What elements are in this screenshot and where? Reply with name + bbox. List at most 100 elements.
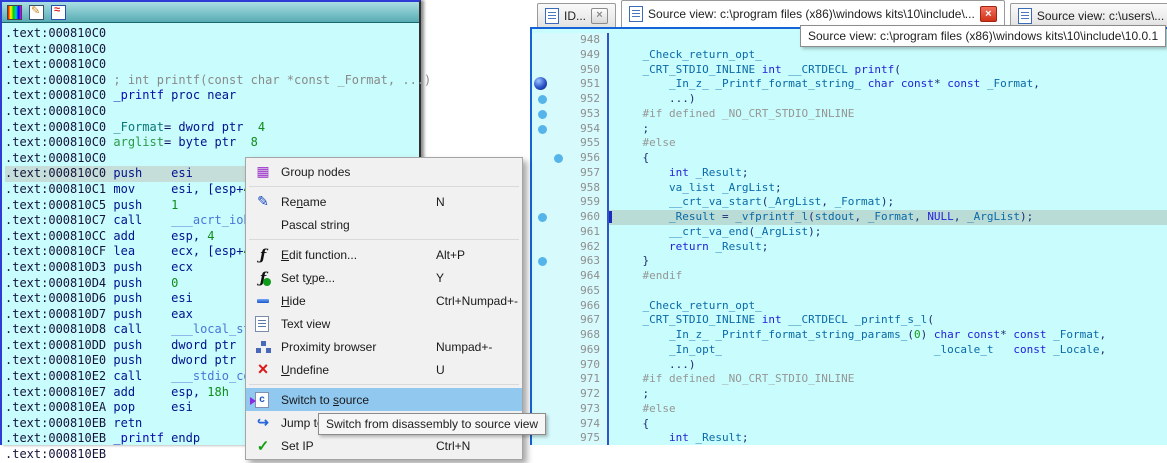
source-line-current[interactable]: 960 _Result = _vfprintf_l(stdout, _Forma…	[532, 210, 1167, 225]
source-line[interactable]: 953 #if defined _NO_CRT_STDIO_INLINE	[532, 107, 1167, 122]
source-line[interactable]: 968 _In_z_ _Printf_format_string_params_…	[532, 328, 1167, 343]
menu-item-pascal-string[interactable]: Pascal string	[246, 213, 522, 236]
close-icon[interactable]	[591, 8, 608, 24]
source-line[interactable]: 958 va_list _ArgList;	[532, 181, 1167, 196]
source-line[interactable]: 965	[532, 284, 1167, 299]
breakpoint-gutter[interactable]	[532, 313, 560, 328]
disasm-line[interactable]: .text:000810C0 arglist= byte ptr 8	[5, 135, 419, 151]
source-line[interactable]: 952 ...)	[532, 92, 1167, 107]
breakpoint-gutter[interactable]	[532, 63, 560, 78]
source-line[interactable]: 973 #else	[532, 402, 1167, 417]
line-number: 961	[560, 225, 609, 240]
breakpoint-gutter[interactable]	[532, 269, 560, 284]
tab-source-view-users[interactable]: Source view: c:\users\...	[1010, 3, 1167, 27]
disasm-line[interactable]: .text:000810C0	[5, 42, 419, 58]
menu-item-label: Hide	[281, 294, 306, 308]
source-line[interactable]: 966 _Check_return_opt_	[532, 299, 1167, 314]
breakpoint-gutter[interactable]	[532, 372, 560, 387]
code-token: int	[762, 313, 782, 326]
breakpoint-gutter[interactable]	[532, 92, 560, 107]
source-line[interactable]: 955 #else	[532, 136, 1167, 151]
breakpoint-gutter[interactable]	[532, 181, 560, 196]
code-token: 18h	[207, 385, 229, 399]
menu-item-proximity-browser[interactable]: Proximity browserNumpad+-	[246, 335, 522, 358]
menu-item-hide[interactable]: HideCtrl+Numpad+-	[246, 289, 522, 312]
breakpoint-gutter[interactable]	[532, 299, 560, 314]
menu-item-switch-to-source[interactable]: Switch to source	[246, 388, 522, 411]
disasm-line[interactable]: .text:000810C0	[5, 104, 419, 120]
code-token: char	[868, 77, 895, 90]
tab-ida-view[interactable]: ID...	[537, 3, 616, 27]
disasm-line[interactable]: .text:000810C0	[5, 26, 419, 42]
breakpoint-gutter[interactable]	[532, 195, 560, 210]
code-token: _In_z_	[669, 328, 709, 341]
disasm-line[interactable]: .text:000810C0 _printf proc near	[5, 88, 419, 104]
source-line[interactable]: 964 #endif	[532, 269, 1167, 284]
source-code-text: _Check_return_opt_	[609, 48, 1167, 63]
code-token: va_list	[669, 181, 715, 194]
source-line[interactable]: 970 ...)	[532, 358, 1167, 373]
source-line[interactable]: 969 _In_opt_ _locale_t const _Locale,	[532, 343, 1167, 358]
chart-icon[interactable]	[51, 5, 66, 20]
menu-item-set-type[interactable]: Set type...Y	[246, 266, 522, 289]
breakpoint-gutter[interactable]	[532, 240, 560, 255]
breakpoint-gutter[interactable]	[532, 122, 560, 137]
breakpoint-gutter[interactable]	[532, 358, 560, 373]
breakpoint-gutter[interactable]	[532, 284, 560, 299]
breakpoint-gutter[interactable]	[532, 151, 560, 166]
menu-item-set-ip[interactable]: Set IPCtrl+N	[246, 434, 522, 457]
code-token: .text:000810EB	[5, 416, 113, 430]
breakpoint-gutter[interactable]	[532, 254, 560, 269]
edit-icon[interactable]	[29, 5, 44, 20]
menu-item-edit-function[interactable]: Edit function...Alt+P	[246, 243, 522, 266]
breakpoint-gutter[interactable]	[532, 225, 560, 240]
code-token: const	[901, 77, 934, 90]
source-code-text: {	[609, 151, 1167, 166]
breakpoint-gutter[interactable]	[532, 48, 560, 63]
breakpoint-gutter[interactable]	[532, 387, 560, 402]
breakpoint-gutter[interactable]	[532, 210, 560, 225]
source-line[interactable]: 959 __crt_va_start(_ArgList, _Format);	[532, 195, 1167, 210]
code-token: ;	[742, 431, 749, 444]
tab-source-view-include[interactable]: Source view: c:\program files (x86)\wind…	[621, 0, 1005, 27]
source-line[interactable]: 963 }	[532, 254, 1167, 269]
code-token: ,	[954, 210, 967, 223]
source-line[interactable]: 974 {	[532, 417, 1167, 432]
source-line[interactable]: 950 _CRT_STDIO_INLINE int __CRTDECL prin…	[532, 63, 1167, 78]
breakpoint-gutter[interactable]	[532, 166, 560, 181]
source-line[interactable]: 954 ;	[532, 122, 1167, 137]
code-token: _Check_return_opt_	[643, 299, 762, 312]
code-token: __crt_va_start	[669, 195, 762, 208]
breakpoint-gutter[interactable]	[532, 328, 560, 343]
source-line[interactable]: 975 int _Result;	[532, 431, 1167, 445]
disasm-line[interactable]: .text:000810C0	[5, 57, 419, 73]
menu-item-undefine[interactable]: UndefineU	[246, 358, 522, 381]
source-line[interactable]: 967 _CRT_STDIO_INLINE int __CRTDECL _pri…	[532, 313, 1167, 328]
disasm-line[interactable]: .text:000810C0 _Format= dword ptr 4	[5, 120, 419, 136]
source-line[interactable]: 962 return _Result;	[532, 240, 1167, 255]
source-line[interactable]: 956 {	[532, 151, 1167, 166]
disasm-line[interactable]: .text:000810C0 ; int printf(const char *…	[5, 73, 419, 89]
breakpoint-gutter[interactable]	[532, 136, 560, 151]
source-line[interactable]: 971 #if defined _NO_CRT_STDIO_INLINE	[532, 372, 1167, 387]
menu-item-text-view[interactable]: Text view	[246, 312, 522, 335]
source-line[interactable]: 961 __crt_va_end(_ArgList);	[532, 225, 1167, 240]
breakpoint-gutter[interactable]	[532, 107, 560, 122]
code-token: 8	[251, 135, 258, 149]
source-code-text: #if defined _NO_CRT_STDIO_INLINE	[609, 107, 1167, 122]
menu-item-group-nodes[interactable]: Group nodes	[246, 160, 522, 183]
colors-icon[interactable]	[7, 5, 22, 20]
breakpoint-gutter[interactable]	[532, 77, 560, 92]
source-line[interactable]: 957 int _Result;	[532, 166, 1167, 181]
menu-shortcut: N	[436, 195, 445, 209]
code-token: _printf_s_l	[854, 313, 927, 326]
close-icon[interactable]	[980, 6, 997, 22]
source-line[interactable]: 972 ;	[532, 387, 1167, 402]
breakpoint-gutter[interactable]	[532, 33, 560, 48]
source-line[interactable]: 951 _In_z_ _Printf_format_string_ char c…	[532, 77, 1167, 92]
menu-item-rename[interactable]: RenameN	[246, 190, 522, 213]
source-line[interactable]: 949 _Check_return_opt_	[532, 48, 1167, 63]
switch-source-icon	[255, 392, 269, 408]
breakpoint-gutter[interactable]	[532, 343, 560, 358]
source-code-text: _In_z_ _Printf_format_string_params_(0) …	[609, 328, 1167, 343]
